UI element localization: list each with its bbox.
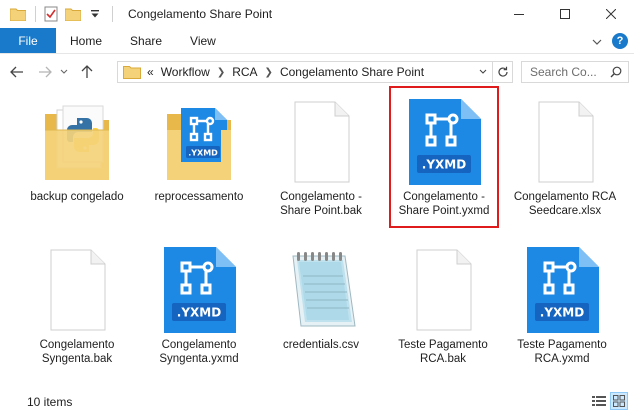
up-arrow-icon [81,65,93,78]
properties-checkmark-icon[interactable] [41,4,61,24]
file-item-congelamento-syngenta-yxmd[interactable]: .YXMD Congelamento Syngenta.yxmd [143,242,255,366]
breadcrumb-rca[interactable]: RCA [232,65,257,79]
back-button[interactable] [6,61,28,83]
file-label: Congelamento - Share Point.yxmd [398,191,490,217]
file-label: Congelamento - Share Point.bak [280,191,362,217]
help-icon[interactable]: ? [612,33,628,49]
address-history-button[interactable] [476,62,490,82]
blank-file-icon [265,94,377,190]
file-label: credentials.csv [282,339,360,351]
file-item-credentials-csv[interactable]: credentials.csv [265,242,377,352]
file-item-teste-pagamento-rca-yxmd[interactable]: .YXMD Teste Pagamento RCA.yxmd [506,242,618,366]
back-arrow-icon [10,66,23,78]
details-view-icon [592,396,606,406]
file-item-teste-pagamento-rca-bak[interactable]: Teste Pagamento RCA.bak [387,242,499,366]
blank-file-icon [387,242,499,338]
large-icons-view-button[interactable] [610,392,628,410]
large-icons-view-icon [613,395,625,407]
folder-icon [8,4,28,24]
caption-buttons [496,0,634,28]
window-title: Congelamento Share Point [128,7,273,21]
view-switcher [590,392,628,410]
tab-view[interactable]: View [176,28,230,53]
file-item-congelamento-share-point-yxmd[interactable]: .YXMD Congelamento - Share Point.yxmd [389,86,499,228]
maximize-icon [560,9,570,19]
breadcrumb-overflow[interactable]: « [147,65,154,79]
yxmd-file-icon: .YXMD [506,242,618,338]
file-label: reprocessamento [154,191,244,203]
file-label: Congelamento Syngenta.yxmd [159,339,239,365]
file-label: Congelamento Syngenta.bak [39,339,115,365]
file-label: Teste Pagamento RCA.bak [398,339,488,365]
yxmd-file-icon: .YXMD [391,94,497,190]
blank-file-icon [21,242,133,338]
address-bar[interactable]: « Workflow ❯ RCA ❯ Congelamento Share Po… [117,61,513,83]
file-label: backup congelado [30,191,124,203]
notepad-file-icon [265,242,377,338]
svg-text:.YXMD: .YXMD [188,149,218,158]
search-icon[interactable] [610,66,622,78]
search-input[interactable] [530,65,606,79]
close-button[interactable] [588,0,634,28]
search-box[interactable] [521,61,629,83]
ribbon-tabs: File Home Share View ? [0,28,634,54]
separator [112,6,113,22]
file-item-congelamento-syngenta-bak[interactable]: Congelamento Syngenta.bak [21,242,133,366]
details-view-button[interactable] [590,392,608,410]
forward-button[interactable] [34,61,56,83]
quick-access-toolbar [0,0,107,28]
folder-icon [123,66,141,79]
close-icon [606,9,616,19]
chevron-down-icon [479,69,487,74]
new-folder-icon[interactable] [63,4,83,24]
breadcrumb-chevron-icon[interactable]: ❯ [265,67,273,78]
title-bar: Congelamento Share Point [0,0,634,28]
forward-arrow-icon [39,66,52,78]
item-count: 10 items [27,395,73,409]
recent-locations-button[interactable] [58,61,70,83]
navigation-bar: « Workflow ❯ RCA ❯ Congelamento Share Po… [0,56,634,88]
yxmd-badge: .YXMD [540,306,584,320]
file-list: backup congelado .YXMD reprocessamento C… [0,86,634,382]
yxmd-badge: .YXMD [422,158,466,172]
separator [35,6,36,22]
tab-share[interactable]: Share [116,28,176,53]
status-bar: 10 items [0,388,634,416]
ribbon-controls: ? [592,28,628,54]
breadcrumb-current[interactable]: Congelamento Share Point [280,65,424,79]
maximize-button[interactable] [542,0,588,28]
minimize-button[interactable] [496,0,542,28]
file-label: Teste Pagamento RCA.yxmd [517,339,607,365]
breadcrumb-workflow[interactable]: Workflow [161,65,210,79]
file-label: Congelamento RCA Seedcare.xlsx [513,191,617,217]
file-item-backup-congelado[interactable]: backup congelado [21,94,133,204]
chevron-down-icon [60,69,68,74]
refresh-icon [497,66,508,77]
yxmd-badge: .YXMD [177,306,221,320]
file-item-congelamento-rca-seedcare-xlsx[interactable]: Congelamento RCA Seedcare.xlsx [509,94,621,218]
file-item-congelamento-share-point-bak[interactable]: Congelamento - Share Point.bak [265,94,377,218]
tab-file[interactable]: File [0,28,56,53]
python-folder-icon [21,94,133,190]
expand-ribbon-chevron-icon[interactable] [592,34,602,48]
blank-file-icon [509,94,621,190]
minimize-icon [514,14,524,15]
refresh-button[interactable] [492,62,512,82]
yxmd-folder-icon: .YXMD [143,94,255,190]
up-button[interactable] [76,61,98,83]
breadcrumb-chevron-icon[interactable]: ❯ [217,67,225,78]
file-item-reprocessamento[interactable]: .YXMD reprocessamento [143,94,255,204]
yxmd-file-icon: .YXMD [143,242,255,338]
tab-home[interactable]: Home [56,28,116,53]
customize-quick-access-icon[interactable] [85,4,105,24]
breadcrumb: « Workflow ❯ RCA ❯ Congelamento Share Po… [147,65,424,79]
